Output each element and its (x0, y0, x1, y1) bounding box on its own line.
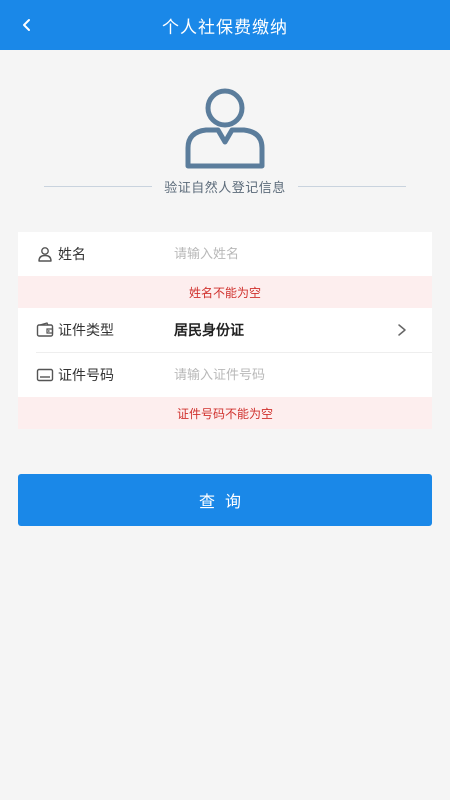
divider-line-left (44, 185, 153, 187)
name-input[interactable] (174, 246, 394, 262)
id-type-row[interactable]: 证件类型 居民身份证 (18, 308, 432, 352)
name-label: 姓名 (58, 247, 86, 263)
id-type-label: 证件类型 (58, 323, 114, 339)
chevron-left-icon (23, 19, 30, 31)
verify-subtitle: 验证自然人登记信息 (164, 180, 286, 196)
id-card-icon (36, 366, 54, 384)
id-type-value: 居民身份证 (174, 323, 244, 339)
id-card-wallet-icon (36, 321, 54, 339)
name-row: 姓名 (18, 232, 432, 276)
back-button[interactable] (12, 10, 42, 40)
user-avatar-icon (180, 82, 270, 172)
id-number-label: 证件号码 (58, 368, 114, 384)
person-icon (36, 245, 54, 263)
id-number-error-message: 证件号码不能为空 (18, 397, 432, 429)
query-button[interactable]: 查询 (18, 474, 432, 526)
name-error-message: 姓名不能为空 (18, 276, 432, 308)
subtitle-divider: 验证自然人登记信息 (44, 176, 407, 196)
page-title: 个人社保费缴纳 (162, 17, 288, 38)
id-number-row: 证件号码 (18, 353, 432, 397)
id-number-input[interactable] (174, 367, 394, 383)
verification-form: 姓名 姓名不能为空 证件类型 居民身份证 证件号码 (18, 232, 432, 429)
top-navigation-bar: 个人社保费缴纳 (0, 0, 450, 50)
chevron-right-icon (392, 320, 412, 340)
divider-line-right (297, 185, 407, 187)
